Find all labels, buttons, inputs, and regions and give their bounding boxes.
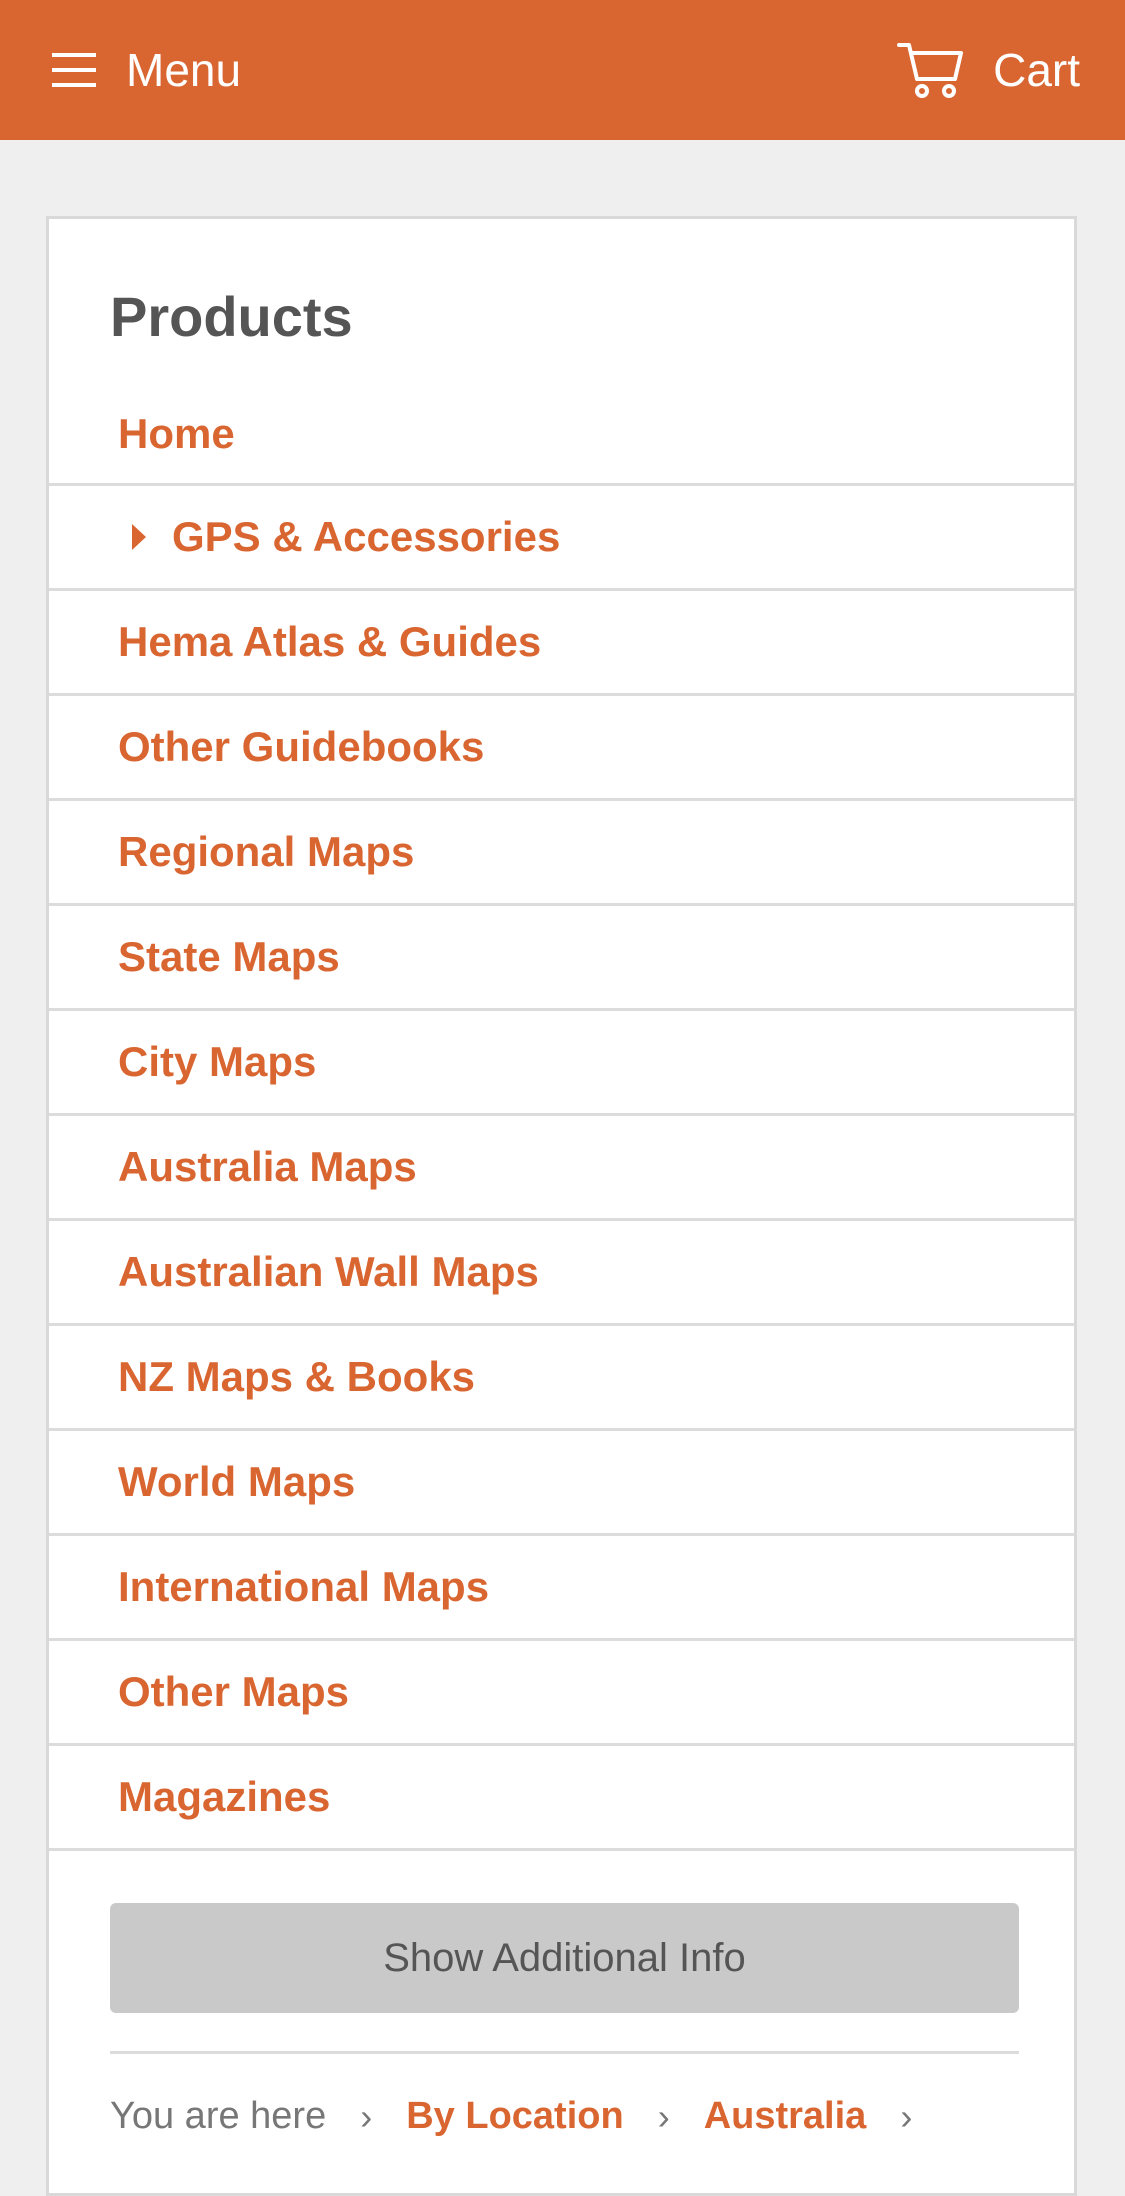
menu-label: Menu xyxy=(126,44,242,96)
nav-link-international-maps[interactable]: International Maps xyxy=(118,1566,489,1608)
nav-link-other-guidebooks[interactable]: Other Guidebooks xyxy=(118,726,484,768)
nav-item-state-maps[interactable]: State Maps xyxy=(49,906,1074,1011)
products-nav: Home GPS & Accessories Hema Atlas & Guid… xyxy=(49,384,1074,1851)
nav-link-magazines[interactable]: Magazines xyxy=(118,1776,330,1818)
nav-link-gps-accessories[interactable]: GPS & Accessories xyxy=(118,516,560,558)
nav-link-australian-wall-maps[interactable]: Australian Wall Maps xyxy=(118,1251,539,1293)
nav-item-australian-wall-maps[interactable]: Australian Wall Maps xyxy=(49,1221,1074,1326)
divider xyxy=(110,2051,1019,2054)
nav-link-nz-maps-books[interactable]: NZ Maps & Books xyxy=(118,1356,475,1398)
breadcrumb-separator-icon: › xyxy=(360,2095,373,2137)
nav-item-magazines[interactable]: Magazines xyxy=(49,1746,1074,1851)
breadcrumb-link-australia[interactable]: Australia xyxy=(704,2095,867,2138)
nav-link-home[interactable]: Home xyxy=(118,412,235,455)
nav-item-international-maps[interactable]: International Maps xyxy=(49,1536,1074,1641)
nav-item-home[interactable]: Home xyxy=(49,384,1074,486)
nav-label-gps-accessories: GPS & Accessories xyxy=(172,513,561,560)
breadcrumb: You are here › By Location › Australia › xyxy=(110,2095,946,2138)
nav-item-regional-maps[interactable]: Regional Maps xyxy=(49,801,1074,906)
cart-icon xyxy=(897,43,964,98)
nav-item-gps-accessories[interactable]: GPS & Accessories xyxy=(49,486,1074,591)
nav-item-world-maps[interactable]: World Maps xyxy=(49,1431,1074,1536)
nav-item-city-maps[interactable]: City Maps xyxy=(49,1011,1074,1116)
nav-link-world-maps[interactable]: World Maps xyxy=(118,1461,355,1503)
nav-item-other-maps[interactable]: Other Maps xyxy=(49,1641,1074,1746)
nav-link-state-maps[interactable]: State Maps xyxy=(118,936,340,978)
nav-item-hema-atlas-guides[interactable]: Hema Atlas & Guides xyxy=(49,591,1074,696)
products-card: Products Home GPS & Accessories Hema Atl… xyxy=(46,216,1077,2196)
nav-link-other-maps[interactable]: Other Maps xyxy=(118,1671,349,1713)
nav-link-australia-maps[interactable]: Australia Maps xyxy=(118,1146,417,1188)
breadcrumb-separator-icon: › xyxy=(900,2095,913,2137)
products-title: Products xyxy=(110,285,353,348)
menu-button[interactable]: Menu xyxy=(52,34,241,106)
show-additional-info-button[interactable]: Show Additional Info xyxy=(110,1903,1019,2013)
breadcrumb-link-by-location[interactable]: By Location xyxy=(406,2095,623,2138)
breadcrumb-separator-icon: › xyxy=(657,2095,670,2137)
top-bar: Menu Cart xyxy=(0,0,1125,140)
caret-right-icon[interactable] xyxy=(132,524,146,550)
hamburger-icon xyxy=(52,53,96,87)
nav-item-nz-maps-books[interactable]: NZ Maps & Books xyxy=(49,1326,1074,1431)
breadcrumb-prefix: You are here xyxy=(110,2095,327,2137)
nav-item-other-guidebooks[interactable]: Other Guidebooks xyxy=(49,696,1074,801)
nav-link-hema-atlas-guides[interactable]: Hema Atlas & Guides xyxy=(118,621,541,663)
nav-item-australia-maps[interactable]: Australia Maps xyxy=(49,1116,1074,1221)
cart-label: Cart xyxy=(993,44,1080,96)
nav-link-city-maps[interactable]: City Maps xyxy=(118,1041,316,1083)
cart-button[interactable]: Cart xyxy=(897,34,1080,106)
nav-link-regional-maps[interactable]: Regional Maps xyxy=(118,831,414,873)
